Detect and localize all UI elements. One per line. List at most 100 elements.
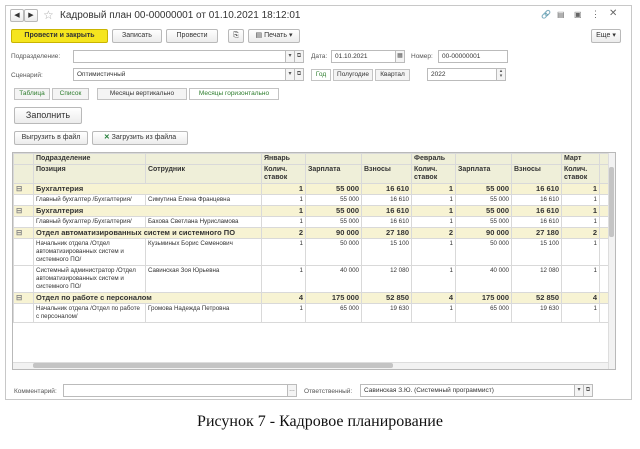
column-header bbox=[361, 153, 412, 165]
group-row[interactable]: ⊟ Отдел по работе с персоналом 4 175 000 52 … bbox=[13, 292, 615, 304]
period-half-year[interactable]: Полугодие bbox=[333, 69, 373, 81]
table-cell: 1 bbox=[411, 303, 456, 323]
table-cell: Бухгалтерия bbox=[33, 183, 262, 195]
figure-caption: Рисунок 7 - Кадровое планирование bbox=[197, 413, 443, 430]
view-tab-months-vertical[interactable]: Месяцы вертикально bbox=[97, 88, 187, 100]
group-row[interactable]: ⊟ Бухгалтерия 1 55 000 16 610 1 55 000 16 610 1 bbox=[13, 205, 615, 217]
table-cell: Главный бухгалтер /Бухгалтерия/ bbox=[33, 194, 146, 206]
table-cell: 1 bbox=[411, 265, 456, 293]
table-cell: Отдел по работе с персоналом bbox=[33, 292, 262, 304]
menu-icon[interactable]: ▤ bbox=[557, 10, 565, 19]
comment-input[interactable] bbox=[63, 384, 288, 397]
view-tab-list[interactable]: Список bbox=[52, 88, 89, 100]
post-button[interactable]: Провести bbox=[166, 29, 218, 43]
table-cell: 2 bbox=[261, 227, 306, 239]
back-button[interactable]: ◀ bbox=[10, 9, 24, 22]
table-cell: 16 610 bbox=[511, 205, 562, 217]
table-cell: 40 000 bbox=[455, 265, 512, 293]
table-cell: 15 100 bbox=[511, 238, 562, 266]
tree-line bbox=[13, 194, 34, 206]
column-header: Зарплата bbox=[305, 164, 362, 184]
close-icon[interactable]: ✕ bbox=[609, 8, 617, 19]
table-cell: 1 bbox=[561, 238, 600, 266]
view-tab-table[interactable]: Таблица bbox=[14, 88, 50, 100]
table-cell: 1 bbox=[561, 216, 600, 228]
table-row[interactable]: Системный администратор /Отдел автоматиз… bbox=[13, 265, 615, 293]
period-year[interactable]: Год bbox=[311, 69, 331, 81]
table-cell: 55 000 bbox=[305, 194, 362, 206]
table-row[interactable]: Главный бухгалтер /Бухгалтерия/Бахова Св… bbox=[13, 216, 615, 228]
table-cell: 55 000 bbox=[305, 205, 362, 217]
table-cell: 52 850 bbox=[361, 292, 412, 304]
table-row[interactable]: Начальник отдела /Отдел автоматизированн… bbox=[13, 238, 615, 266]
vertical-scrollbar[interactable] bbox=[608, 153, 615, 369]
number-input[interactable]: 00-00000001 bbox=[438, 50, 508, 63]
export-file-button[interactable]: Выгрузить в файл bbox=[14, 131, 88, 145]
table-cell: 19 630 bbox=[361, 303, 412, 323]
table-cell: 65 000 bbox=[305, 303, 362, 323]
table-cell: Начальник отдела /Отдел по работе с перс… bbox=[33, 303, 146, 323]
table-cell: 1 bbox=[561, 183, 600, 195]
responsible-open[interactable]: ⧉ bbox=[583, 384, 593, 397]
group-row[interactable]: ⊟ Отдел автоматизированных систем и систе… bbox=[13, 227, 615, 239]
view-tab-months-horizontal[interactable]: Месяцы горизонтально bbox=[189, 88, 279, 100]
scenario-input[interactable]: Оптимистичный bbox=[73, 68, 286, 81]
table-cell: 65 000 bbox=[455, 303, 512, 323]
collapse-icon[interactable]: ⊟ bbox=[13, 227, 34, 239]
column-header: Сотрудник bbox=[145, 164, 262, 184]
table-row[interactable]: Начальник отдела /Отдел по работе с перс… bbox=[13, 303, 615, 323]
group-row[interactable]: ⊟ Бухгалтерия 1 55 000 16 610 1 55 000 16 610 1 bbox=[13, 183, 615, 195]
more-vert-icon[interactable]: ⋮ bbox=[591, 9, 600, 20]
collapse-icon[interactable]: ⊟ bbox=[13, 292, 34, 304]
scenario-open[interactable]: ⧉ bbox=[294, 68, 304, 81]
table-row[interactable]: Главный бухгалтер /Бухгалтерия/Симутина … bbox=[13, 194, 615, 206]
import-file-button[interactable]: ✕ Загрузить из файла bbox=[92, 131, 188, 145]
save-button[interactable]: Записать bbox=[112, 29, 162, 43]
attach-icon[interactable]: 🔗 bbox=[541, 10, 551, 19]
table-cell: 1 bbox=[261, 205, 306, 217]
table-cell: 4 bbox=[411, 292, 456, 304]
calendar-icon[interactable]: ▦ bbox=[395, 50, 405, 63]
date-input[interactable]: 01.10.2021 bbox=[331, 50, 396, 63]
post-close-button[interactable]: Провести и закрыть bbox=[11, 29, 108, 43]
tree-line bbox=[13, 164, 34, 184]
paperclip-icon: ⎘ bbox=[233, 32, 239, 39]
year-stepper[interactable]: ▴ ▾ bbox=[496, 68, 506, 81]
more-button[interactable]: Еще ▾ bbox=[591, 29, 621, 43]
table-cell: 16 610 bbox=[511, 183, 562, 195]
header-row[interactable]: Подразделение Январь Февраль Март bbox=[13, 153, 615, 165]
year-input[interactable]: 2022 bbox=[427, 68, 497, 81]
subdivision-open[interactable]: ⧉ bbox=[294, 50, 304, 63]
table-cell: 16 610 bbox=[361, 216, 412, 228]
table-cell: Системный администратор /Отдел автоматиз… bbox=[33, 265, 146, 293]
table-cell: 1 bbox=[561, 303, 600, 323]
collapse-icon[interactable]: ⊟ bbox=[13, 205, 34, 217]
subdivision-input[interactable] bbox=[73, 50, 286, 63]
responsible-input[interactable]: Савинская З.Ю. (Системный программист) bbox=[360, 384, 575, 397]
table-cell: 1 bbox=[261, 238, 306, 266]
fill-button[interactable]: Заполнить bbox=[14, 107, 82, 124]
staff-plan-table[interactable]: Подразделение Январь Февраль Март Позиция Сот… bbox=[12, 152, 616, 370]
table-cell: 55 000 bbox=[305, 216, 362, 228]
table-cell: 1 bbox=[261, 183, 306, 195]
subdivision-label: Подразделение: bbox=[11, 53, 61, 60]
comment-expand[interactable]: … bbox=[287, 384, 297, 397]
period-quarter[interactable]: Квартал bbox=[375, 69, 410, 81]
window-title: Кадровый план 00-00000001 от 01.10.2021 … bbox=[60, 10, 301, 21]
horizontal-scrollbar[interactable] bbox=[13, 362, 608, 369]
table-cell: 16 610 bbox=[511, 216, 562, 228]
table-cell: 1 bbox=[561, 265, 600, 293]
date-label: Дата: bbox=[311, 53, 328, 60]
attach-button[interactable]: ⎘ bbox=[228, 29, 244, 43]
table-cell: Симутина Елена Францевна bbox=[145, 194, 262, 206]
table-cell: 1 bbox=[261, 216, 306, 228]
table-cell: 12 080 bbox=[361, 265, 412, 293]
star-icon[interactable]: ☆ bbox=[43, 8, 54, 22]
table-cell: 15 100 bbox=[361, 238, 412, 266]
forward-button[interactable]: ▶ bbox=[24, 9, 38, 22]
table-cell: 12 080 bbox=[511, 265, 562, 293]
info-icon[interactable]: ▣ bbox=[574, 10, 582, 19]
collapse-icon[interactable]: ⊟ bbox=[13, 183, 34, 195]
print-button[interactable]: ▤ Печать ▾ bbox=[248, 29, 300, 43]
header-row[interactable]: Позиция Сотрудник Колич. ставок Зарплата Взн… bbox=[13, 164, 615, 184]
